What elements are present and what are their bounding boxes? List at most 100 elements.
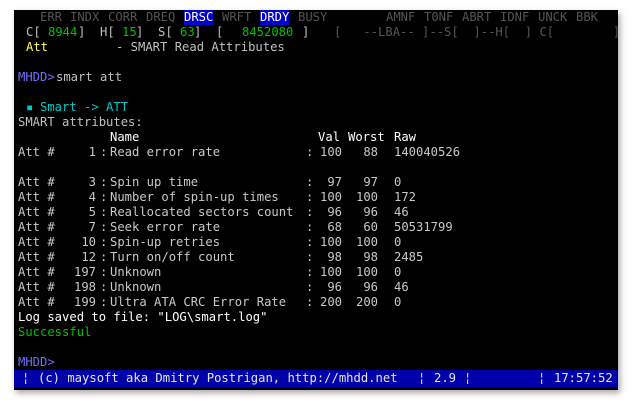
attribute-colon: : [100, 250, 108, 264]
attribute-raw: 46 [394, 280, 409, 294]
attribute-id: 7 [88, 220, 96, 234]
attribute-prefix: Att # [18, 250, 55, 264]
attribute-val: 100 [319, 235, 342, 249]
lba-label: ] [ [194, 25, 224, 39]
attribute-val: 200 [319, 295, 342, 309]
attribute-colon: : [100, 280, 108, 294]
attribute-prefix: Att # [18, 175, 55, 189]
attribute-worst: 100 [355, 265, 378, 279]
attribute-worst: 97 [363, 175, 378, 189]
attribute-prefix: Att # [18, 190, 55, 204]
header-worst: Worst [348, 130, 385, 144]
result-text: Successful [18, 325, 92, 339]
flag-corr: CORR [108, 10, 138, 24]
attribute-raw: 0 [394, 235, 402, 249]
attribute-worst: 200 [355, 295, 378, 309]
lba-chs-fields: [ --LBA-- ]--S[ ]--H[ ] C[ ] [334, 25, 618, 39]
attribute-val: 96 [327, 280, 342, 294]
attribute-raw: 50531799 [394, 220, 453, 234]
attribute-id: 10 [81, 235, 96, 249]
attribute-prefix: Att # [18, 280, 55, 294]
attribute-colon: : [100, 265, 108, 279]
attribute-colon: : [100, 175, 108, 189]
attribute-colon: : [100, 220, 108, 234]
attribute-worst: 96 [363, 205, 378, 219]
attributes-title: SMART attributes: [18, 115, 143, 129]
attribute-prefix: Att # [18, 145, 55, 159]
attribute-prefix: Att # [18, 205, 55, 219]
attribute-id: 198 [73, 280, 96, 294]
attribute-colon: : [100, 295, 108, 309]
attribute-worst: 88 [363, 145, 378, 159]
attribute-val: 68 [327, 220, 342, 234]
status-sep-2: ¦ [464, 371, 472, 385]
attribute-raw: 0 [394, 295, 402, 309]
flag-drdy: DRDY [260, 10, 290, 25]
attribute-id: 4 [88, 190, 96, 204]
attribute-worst: 100 [355, 190, 378, 204]
attribute-colon: : [100, 145, 108, 159]
attribute-raw: 172 [394, 190, 417, 204]
attribute-val: 97 [327, 175, 342, 189]
bullet-icon: ▪ [26, 100, 34, 114]
attribute-name: Number of spin-up times [110, 190, 279, 204]
sector-label: ] S[ [136, 25, 173, 39]
attribute-worst: 96 [363, 280, 378, 294]
attribute-val: 98 [327, 250, 342, 264]
attribute-raw: 0 [394, 265, 402, 279]
attribute-id: 197 [73, 265, 96, 279]
attribute-name: Unknown [110, 265, 162, 279]
flag-bbk: BBK [576, 10, 599, 24]
credits-text: (c) maysoft aka Dmitry Postrigan, http:/… [38, 371, 398, 385]
flag-err: ERR [40, 10, 63, 24]
header-raw: Raw [394, 130, 417, 144]
attribute-val: 100 [319, 190, 342, 204]
attribute-prefix: Att # [18, 295, 55, 309]
lba-close: ] [302, 25, 310, 39]
flag-abrt: ABRT [462, 10, 492, 24]
attribute-prefix: Att # [18, 235, 55, 249]
attribute-val: 100 [319, 265, 342, 279]
attribute-name: Seek error rate [110, 220, 221, 234]
sector-value: 63 [180, 25, 195, 39]
attribute-worst: 100 [355, 235, 378, 249]
attribute-prefix: Att # [18, 220, 55, 234]
attribute-name: Spin-up retries [110, 235, 221, 249]
status-sep-1: ¦ [418, 371, 426, 385]
flag-drsc: DRSC [184, 10, 214, 25]
attribute-name: Reallocated sectors count [110, 205, 294, 219]
attribute-name: Spin up time [110, 175, 199, 189]
attribute-val: 96 [327, 205, 342, 219]
attribute-raw: 46 [394, 205, 409, 219]
attribute-colon: : [100, 205, 108, 219]
attribute-name: Read error rate [110, 145, 221, 159]
flag-wrft: WRFT [222, 10, 252, 24]
status-sep-left: ¦ [22, 371, 30, 385]
flag-busy: BUSY [298, 10, 328, 24]
attribute-id: 5 [88, 205, 96, 219]
terminal-window[interactable]: ERR INDX CORR DREQ DRSC WRFT DRDY BUSY A… [14, 10, 618, 390]
command-text: smart att [56, 70, 123, 84]
head-label: ] H[ [78, 25, 115, 39]
version-text: 2.9 [434, 371, 457, 385]
attribute-name: Unknown [110, 280, 162, 294]
attribute-raw: 0 [394, 175, 402, 189]
attribute-raw: 140040526 [394, 145, 461, 159]
prompt: MHDD> [18, 70, 55, 84]
mode-title: - SMART Read Attributes [116, 40, 285, 54]
flag-amnf: AMNF [386, 10, 416, 24]
prompt-2: MHDD> [18, 355, 55, 369]
attribute-worst: 60 [363, 220, 378, 234]
attribute-id: 1 [88, 145, 96, 159]
head-value: 15 [122, 25, 137, 39]
attribute-prefix: Att # [18, 265, 55, 279]
mode-label: Att [26, 40, 49, 54]
status-sep-3: ¦ [538, 371, 546, 385]
smart-header-label: Smart -> ATT [40, 100, 129, 114]
status-bar: ¦ (c) maysoft aka Dmitry Postrigan, http… [14, 370, 618, 387]
attribute-colon: : [100, 235, 108, 249]
attribute-name: Ultra ATA CRC Error Rate [110, 295, 287, 309]
attribute-id: 12 [81, 250, 96, 264]
flag-indx: INDX [70, 10, 100, 24]
flag-t0nf: T0NF [424, 10, 454, 24]
